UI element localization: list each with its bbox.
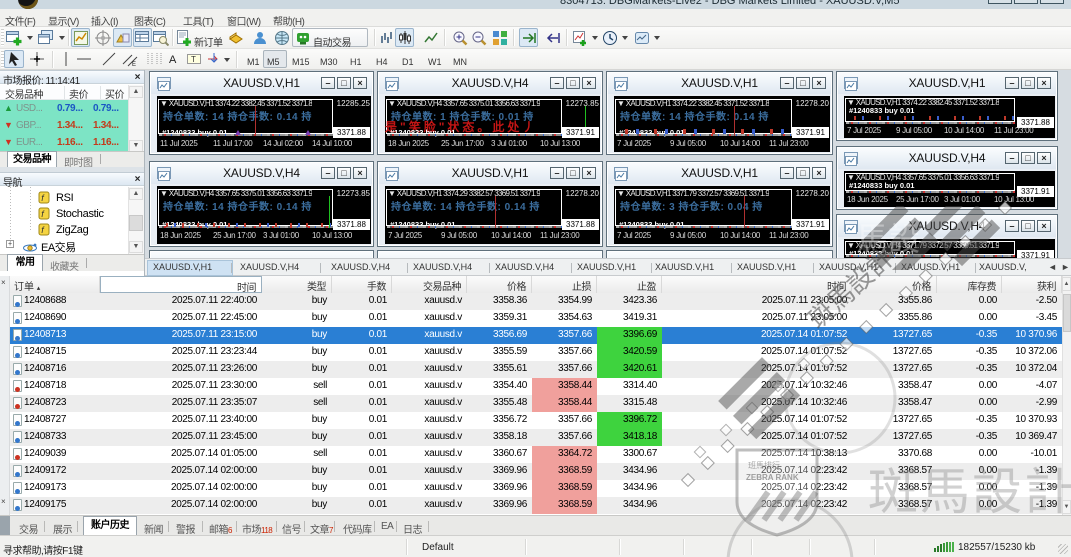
svg-text:T: T	[191, 55, 196, 64]
svg-text:E: E	[132, 62, 136, 67]
